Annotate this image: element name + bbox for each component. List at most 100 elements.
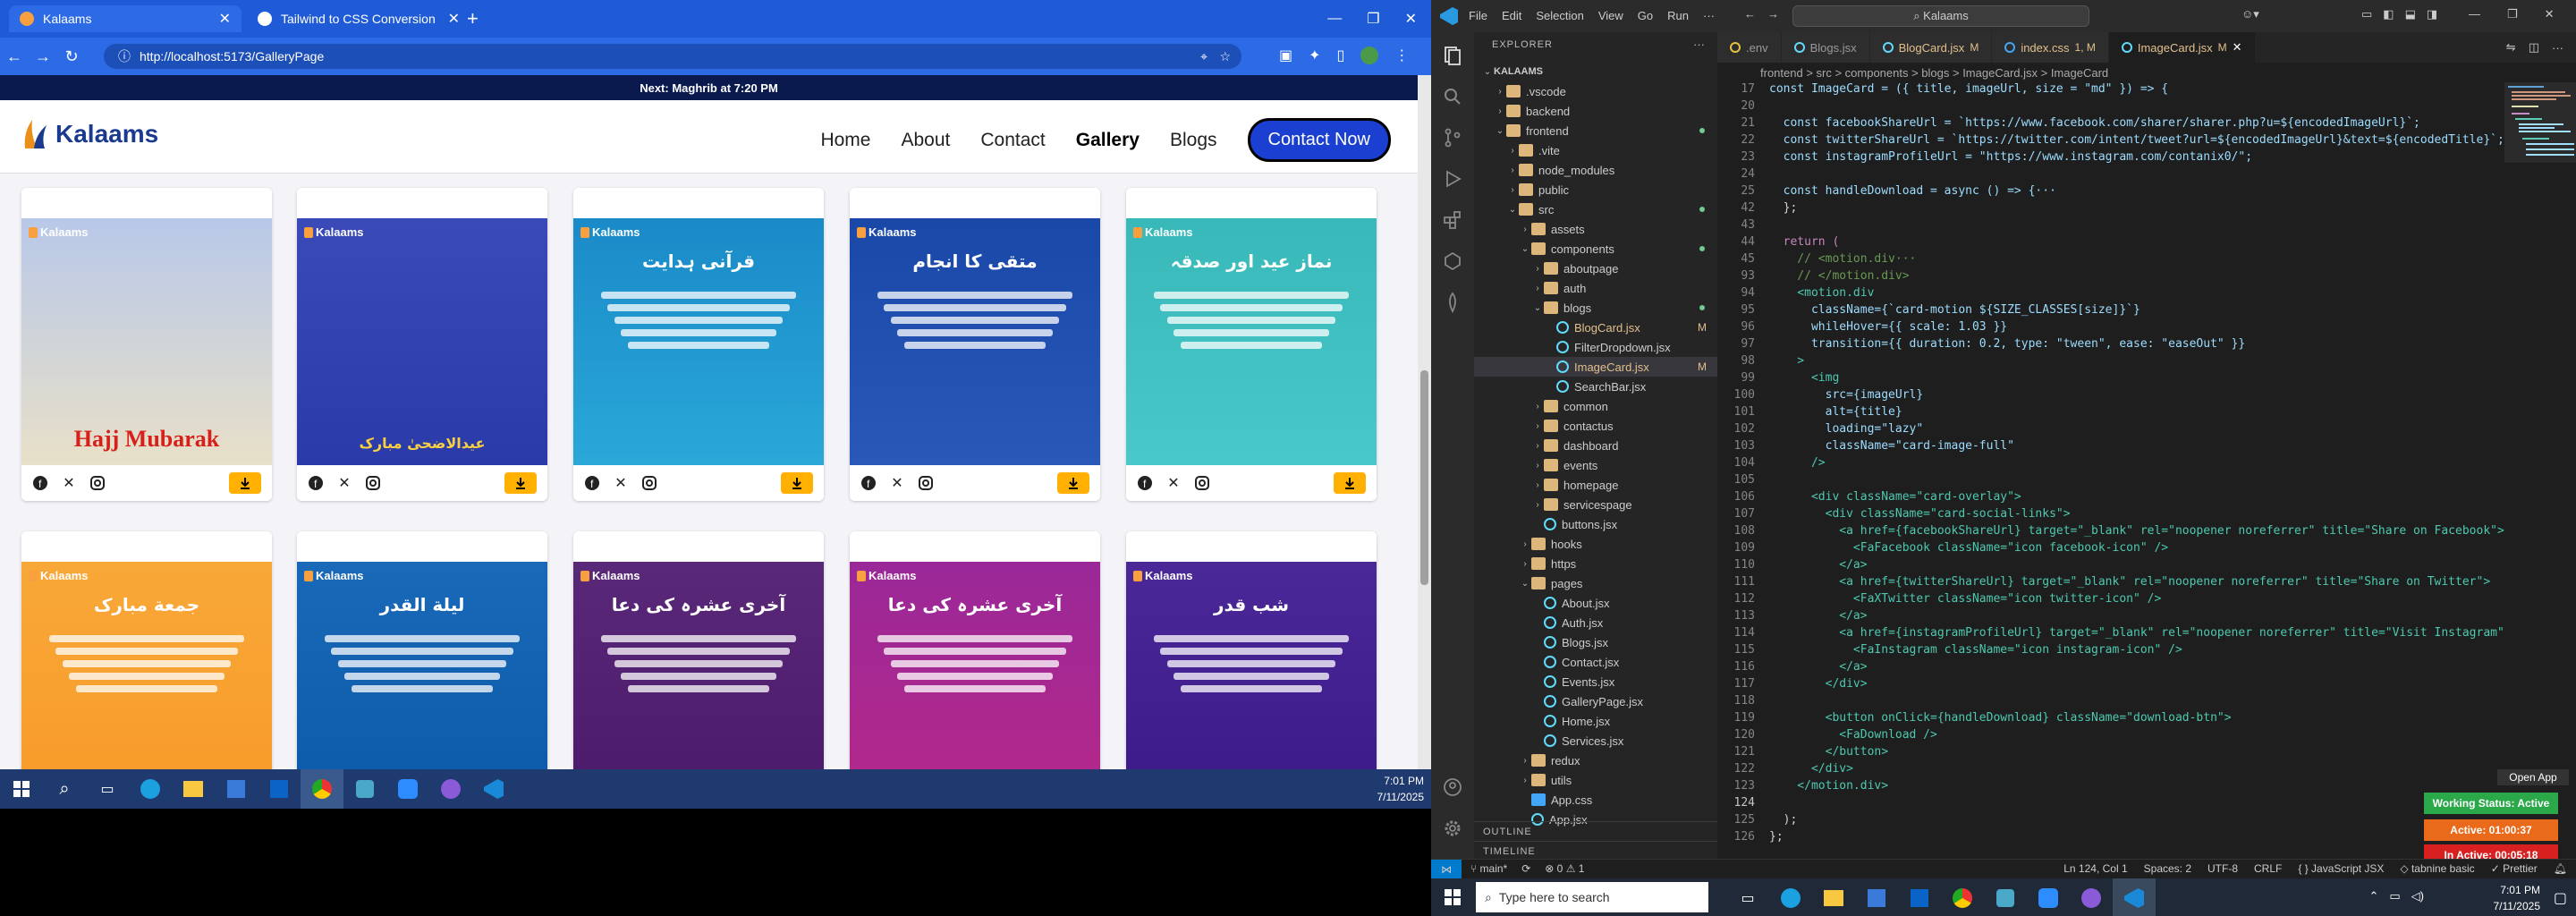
tree-item[interactable]: Auth.jsx — [1474, 613, 1717, 632]
sidebar-icon[interactable]: ▯ — [1337, 47, 1345, 64]
close-icon[interactable]: ✕ — [2233, 40, 2242, 55]
gallery-card[interactable]: Kalaams عیدالاضحیٰ مبارک f ✕ — [297, 188, 547, 501]
maximize-icon[interactable]: ❐ — [2507, 7, 2518, 21]
app-icon[interactable] — [343, 769, 386, 809]
app-icon[interactable] — [1984, 878, 2027, 916]
editor-tab[interactable]: index.css 1, M — [1992, 32, 2109, 63]
more-menu-icon[interactable]: ··· — [1703, 9, 1715, 22]
page-scrollbar[interactable] — [1418, 75, 1431, 769]
tree-item[interactable]: FilterDropdown.jsx — [1474, 337, 1717, 357]
timeline-section[interactable]: TIMELINE — [1474, 841, 1717, 861]
code-line[interactable]: ); — [1769, 813, 1798, 827]
forward-icon[interactable]: → — [29, 47, 57, 66]
code-line[interactable]: const ImageCard = ({ title, imageUrl, si… — [1769, 82, 2168, 96]
tree-item[interactable]: › common — [1474, 396, 1717, 416]
tree-item[interactable]: › https — [1474, 554, 1717, 573]
chrome-icon[interactable] — [301, 769, 343, 809]
nav-gallery[interactable]: Gallery — [1076, 130, 1140, 151]
clock-left[interactable]: 7:01 PM 7/11/2025 — [1377, 773, 1425, 805]
tree-item[interactable]: BlogCard.jsx M — [1474, 318, 1717, 337]
nav-home[interactable]: Home — [820, 130, 870, 151]
minimap[interactable] — [2504, 82, 2576, 861]
code-line[interactable]: <a href={instagramProfileUrl} target="_b… — [1769, 626, 2511, 640]
close-icon[interactable]: ✕ — [2545, 7, 2555, 21]
contact-now-button[interactable]: Contact Now — [1247, 118, 1391, 162]
code-line[interactable]: </button> — [1769, 745, 1888, 759]
editor-tab[interactable]: ImageCard.jsx M ✕ — [2108, 32, 2256, 63]
code-line[interactable]: // <motion.div··· — [1769, 252, 1916, 266]
facebook-icon[interactable]: f — [860, 475, 877, 491]
instagram-icon[interactable] — [365, 475, 381, 491]
code-line[interactable]: <FaXTwitter className="icon twitter-icon… — [1769, 592, 2161, 606]
x-twitter-icon[interactable]: ✕ — [336, 475, 352, 491]
forward-icon[interactable]: → — [1767, 7, 1779, 21]
code-line[interactable]: loading="lazy" — [1769, 422, 1924, 436]
tree-item[interactable]: › utils — [1474, 770, 1717, 790]
tree-item[interactable]: Home.jsx — [1474, 711, 1717, 731]
clock-right[interactable]: 7:01 PM 7/11/2025 — [2494, 882, 2541, 914]
compare-icon[interactable]: ⇋ — [2506, 40, 2516, 55]
tree-item[interactable]: › .vite — [1474, 140, 1717, 160]
notifications-bell-icon[interactable]: 🔔︎ — [2554, 862, 2567, 875]
search-icon[interactable]: ⌕ — [43, 769, 86, 809]
tree-item[interactable]: ⌄ frontend — [1474, 121, 1717, 140]
tree-item[interactable]: ⌄ src — [1474, 199, 1717, 219]
github-icon[interactable] — [429, 769, 472, 809]
tree-item[interactable]: › public — [1474, 180, 1717, 199]
zoom-icon[interactable] — [2027, 878, 2070, 916]
menu-selection[interactable]: Selection — [1536, 9, 1583, 22]
code-line[interactable]: <a href={twitterShareUrl} target="_blank… — [1769, 575, 2490, 589]
indentation[interactable]: Spaces: 2 — [2144, 862, 2191, 875]
tree-item[interactable]: › dashboard — [1474, 436, 1717, 455]
menu-view[interactable]: View — [1598, 9, 1623, 22]
tree-item[interactable]: ⌄ pages — [1474, 573, 1717, 593]
location-icon[interactable]: ⌖ — [1200, 49, 1208, 64]
breadcrumb[interactable]: frontend > src > components > blogs > Im… — [1717, 63, 2576, 82]
minimize-icon[interactable]: — — [2469, 7, 2480, 21]
nav-contact[interactable]: Contact — [980, 130, 1045, 151]
network-icon[interactable]: ▭ — [2389, 889, 2400, 903]
menu-run[interactable]: Run — [1667, 9, 1689, 22]
download-button[interactable] — [1057, 472, 1089, 494]
edge-icon[interactable] — [129, 769, 172, 809]
secondary-sidebar-icon[interactable]: ◨ — [2427, 7, 2437, 21]
instagram-icon[interactable] — [1194, 475, 1210, 491]
tree-item[interactable]: GalleryPage.jsx — [1474, 691, 1717, 711]
code-line[interactable]: <div className="card-social-links"> — [1769, 507, 2071, 521]
code-line[interactable]: <img — [1769, 371, 1839, 385]
download-button[interactable] — [781, 472, 813, 494]
tree-item[interactable]: SearchBar.jsx — [1474, 377, 1717, 396]
tree-item[interactable]: buttons.jsx — [1474, 514, 1717, 534]
code-line[interactable]: <FaFacebook className="icon facebook-ico… — [1769, 541, 2168, 555]
back-icon[interactable]: ← — [1744, 7, 1756, 21]
tree-item[interactable]: › homepage — [1474, 475, 1717, 495]
language-mode[interactable]: { } JavaScript JSX — [2298, 862, 2384, 875]
problems-indicator[interactable]: ⊗ 0 ⚠ 1 — [1545, 862, 1584, 875]
cursor-position[interactable]: Ln 124, Col 1 — [2063, 862, 2127, 875]
editor-tab[interactable]: BlogCard.jsx M — [1869, 32, 1993, 63]
tabnine-icon[interactable]: ◇ tabnine basic — [2400, 862, 2474, 875]
editor-tab[interactable]: Blogs.jsx — [1781, 32, 1870, 63]
minimize-icon[interactable]: — — [1327, 11, 1342, 27]
code-line[interactable]: <button onClick={handleDownload} classNa… — [1769, 711, 2232, 725]
new-tab-icon[interactable]: + — [467, 7, 479, 30]
store-icon[interactable] — [215, 769, 258, 809]
code-line[interactable]: </a> — [1769, 609, 1867, 623]
gallery-card[interactable]: Kalaams Hajj Mubarak f ✕ — [21, 188, 272, 501]
start-icon[interactable] — [0, 769, 43, 809]
code-line[interactable]: <div className="card-overlay"> — [1769, 490, 2021, 504]
more-actions-icon[interactable]: ··· — [2552, 41, 2563, 55]
menu-file[interactable]: File — [1469, 9, 1487, 22]
task-view-icon[interactable]: ▭ — [1726, 878, 1769, 916]
outlook-icon[interactable] — [1898, 878, 1941, 916]
code-line[interactable]: const handleDownload = async () => {··· — [1769, 184, 2056, 198]
code-line[interactable]: const instagramProfileUrl = "https://www… — [1769, 150, 2252, 164]
code-line[interactable]: transition={{ duration: 0.2, type: "twee… — [1769, 337, 2245, 351]
chrome-icon[interactable] — [1941, 878, 1984, 916]
editor-tab[interactable]: .env — [1717, 32, 1782, 63]
tree-item[interactable]: ⌄ components — [1474, 239, 1717, 259]
instagram-icon[interactable] — [89, 475, 106, 491]
tree-item[interactable]: › hooks — [1474, 534, 1717, 554]
github-icon[interactable] — [2070, 878, 2113, 916]
code-line[interactable]: </div> — [1769, 762, 1853, 776]
